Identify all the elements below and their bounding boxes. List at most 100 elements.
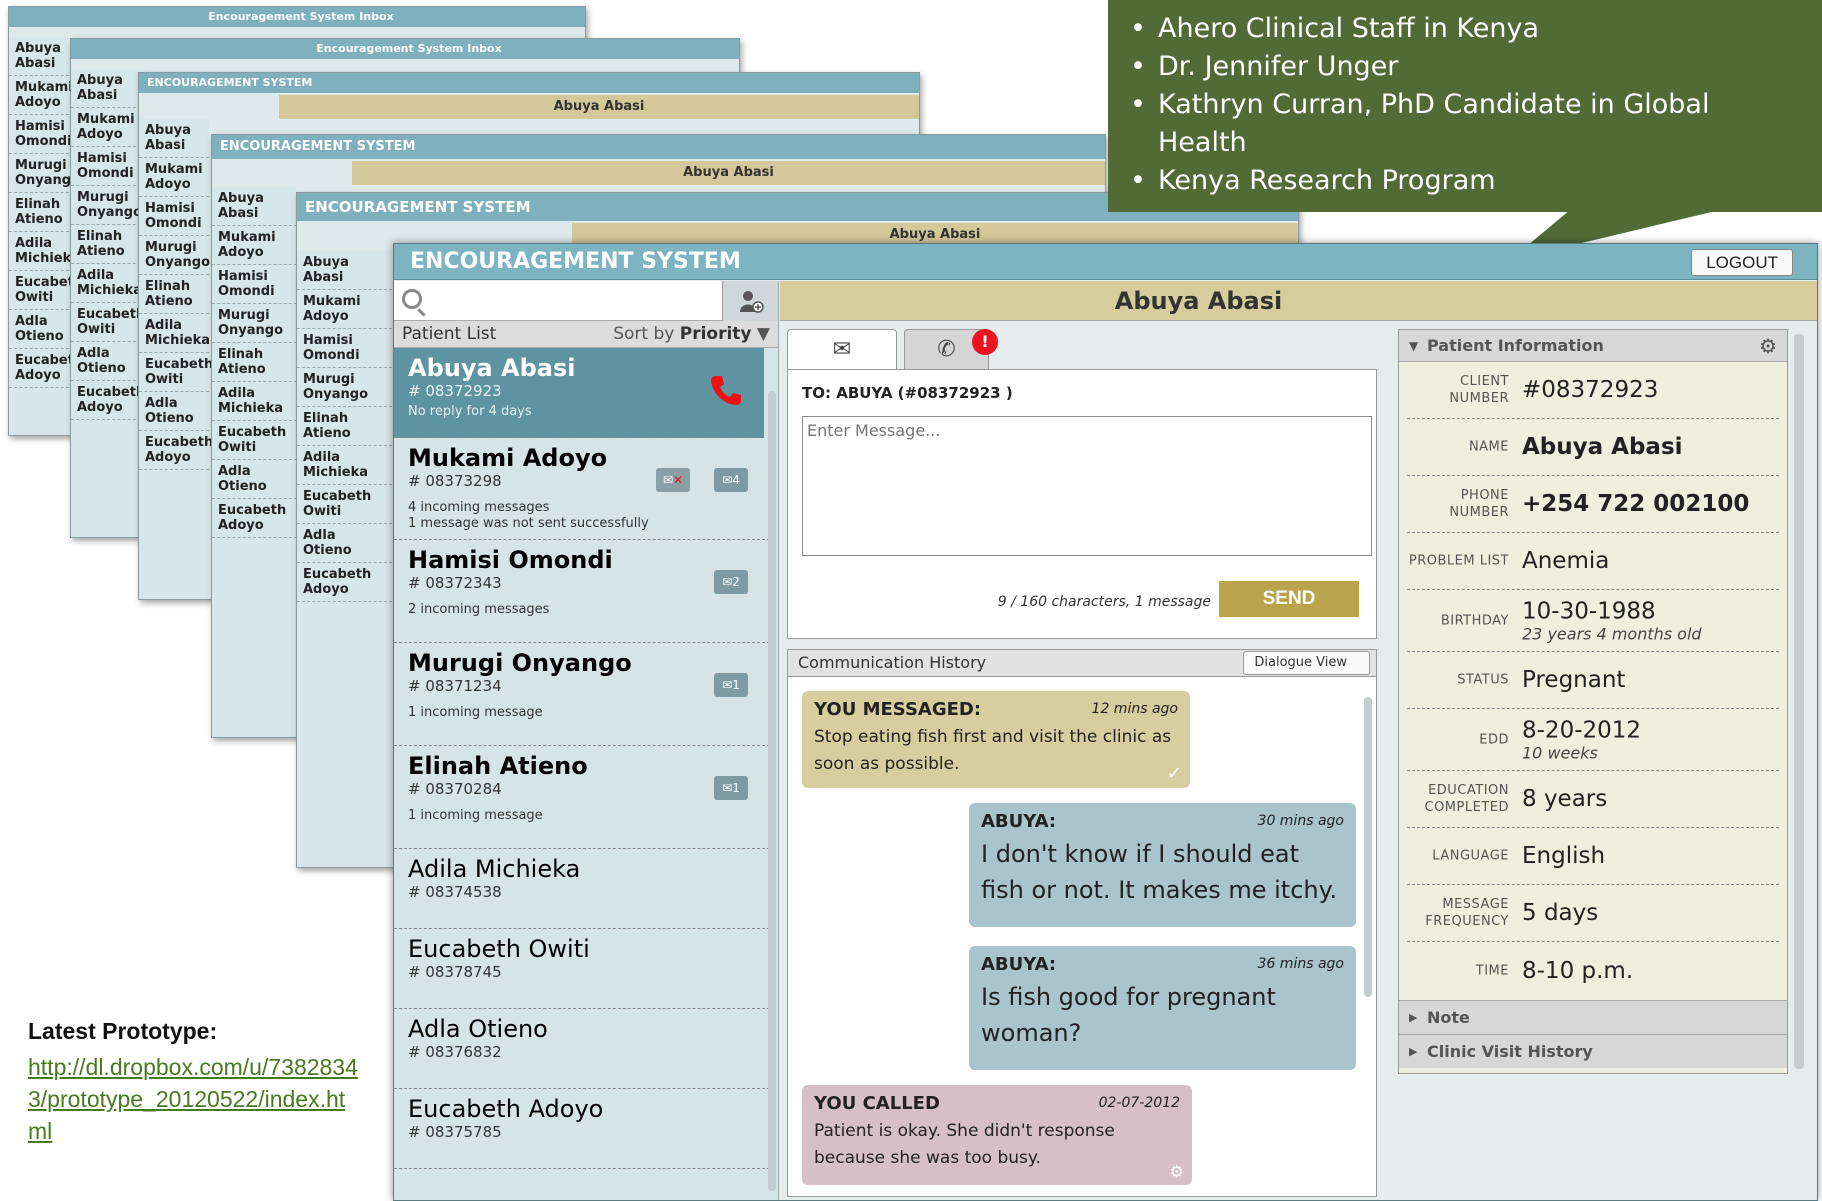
bg-row-name: Adla Otieno	[303, 528, 352, 558]
gear-icon[interactable]: ⚙	[1759, 330, 1777, 362]
bg-list-row: Adla Otieno	[9, 310, 69, 349]
search-input[interactable]	[394, 281, 778, 321]
callout-item: Kenya Research Program	[1128, 162, 1802, 200]
info-scrollbar[interactable]	[1794, 334, 1804, 1069]
view-select[interactable]: Dialogue View	[1243, 651, 1370, 675]
add-patient-icon	[739, 291, 764, 313]
patient-name: Eucabeth Owiti	[408, 935, 590, 963]
prototype-link[interactable]: http://dl.dropbox.com/u/73828343/prototy…	[28, 1051, 358, 1147]
note-section[interactable]: Note	[1399, 1000, 1787, 1035]
message-input[interactable]	[802, 416, 1372, 556]
bg-row-name: Hamisi Omondi	[218, 269, 275, 299]
bg-list-row: Eucabeth Owiti	[139, 353, 213, 392]
field-value: #08372923	[1522, 377, 1659, 403]
callout-item: Ahero Clinical Staff in Kenya	[1128, 10, 1802, 48]
message-count: 4	[732, 473, 740, 487]
message-time: 30 mins ago	[1257, 813, 1344, 829]
patient-id: # 08375785	[408, 1123, 502, 1141]
bg-list-row: Eucabeth Owiti	[71, 303, 145, 342]
field-label: STATUS	[1457, 672, 1509, 688]
phone-icon[interactable]	[708, 372, 744, 416]
field-subvalue: 10 weeks	[1522, 743, 1598, 762]
bg-row-name: Eucabeth Owiti	[15, 275, 84, 305]
bg-list-row: Abuya Abasi	[212, 187, 297, 226]
info-field: EDUCATION COMPLETED 8 years	[1407, 771, 1779, 828]
field-value: Abuya Abasi	[1522, 434, 1683, 460]
gear-icon[interactable]: ⚙	[1170, 1162, 1184, 1181]
call-note-bubble: YOU CALLED 02-07-2012 Patient is okay. S…	[802, 1085, 1192, 1185]
patient-row[interactable]: Hamisi Omondi # 08372343 2 incoming mess…	[394, 540, 770, 643]
bg-list-row: Hamisi Omondi	[212, 265, 297, 304]
bg-list-row: Hamisi Omondi	[9, 115, 72, 154]
bg-row-name: Hamisi Omondi	[303, 333, 360, 363]
bg-row-name: Abuya Abasi	[15, 41, 61, 71]
bg-list-row: Adila Michieka	[212, 382, 297, 421]
patient-row[interactable]: Eucabeth Owiti # 08378745	[394, 929, 770, 1009]
sort-dropdown[interactable]: Sort by Priority ▼	[613, 321, 770, 348]
patient-row-selected[interactable]: Abuya Abasi # 08372923 No reply for 4 da…	[394, 348, 764, 438]
message-text: Patient is okay. She didn't response bec…	[814, 1121, 1115, 1168]
tab-messages[interactable]: ✉	[787, 329, 897, 369]
app-window: ENCOURAGEMENT SYSTEM LOGOUT Patient List…	[393, 243, 1818, 1201]
bg-list-row: Adila Michieka	[9, 232, 81, 271]
bg-list-row: Murugi Onyango	[139, 236, 211, 275]
patient-row[interactable]: Mukami Adoyo # 08373298 4 incoming messa…	[394, 438, 770, 540]
bg-title: Encouragement System Inbox	[71, 39, 739, 59]
field-value-group: 10-30-1988 23 years 4 months old	[1522, 598, 1702, 643]
patient-status: 1 incoming message	[408, 808, 543, 823]
bg-list-row: Murugi Onyango	[9, 154, 80, 193]
bg-patient: Abuya Abasi	[352, 161, 1105, 185]
logout-button[interactable]: LOGOUT	[1691, 249, 1793, 276]
patient-info-header[interactable]: Patient Information ⚙	[1399, 330, 1787, 362]
message-bubble: YOU MESSAGED: 12 mins ago Stop eating fi…	[802, 691, 1190, 788]
field-value: 5 days	[1522, 900, 1599, 926]
bg-list-row: Eucabeth Adoyo	[212, 499, 297, 538]
message-bubble: ABUYA: 36 mins ago Is fish good for preg…	[969, 946, 1356, 1070]
field-label: PHONE NUMBER	[1449, 488, 1509, 520]
field-value: 8 years	[1522, 786, 1608, 812]
bg-row-name: Murugi Onyango	[303, 372, 369, 402]
incoming-message-icon: ✉4	[714, 468, 748, 492]
add-patient-button[interactable]	[722, 281, 778, 321]
patient-row[interactable]: Adla Otieno # 08376832	[394, 1009, 770, 1089]
patient-status: 1 incoming message	[408, 705, 543, 720]
bg-list-row: Mukami Adoyo	[9, 76, 73, 115]
collaborators-callout: Ahero Clinical Staff in Kenya Dr. Jennif…	[1108, 0, 1822, 212]
history-list: YOU MESSAGED: 12 mins ago Stop eating fi…	[787, 677, 1377, 1197]
send-button[interactable]: SEND	[1219, 581, 1359, 617]
bg-row-name: Abuya Abasi	[218, 191, 264, 221]
clinic-visit-history-section[interactable]: Clinic Visit History	[1399, 1034, 1787, 1069]
bg-row-name: Abuya Abasi	[77, 73, 123, 103]
patient-info-panel: Patient Information ⚙ CLIENT NUMBER #0837…	[1398, 329, 1788, 1074]
bg-row-name: Mukami Adoyo	[218, 230, 276, 260]
message-text: I don't know if I should eat fish or not…	[981, 840, 1338, 904]
patient-status: 2 incoming messages	[408, 602, 550, 617]
patient-row[interactable]: Murugi Onyango # 08371234 1 incoming mes…	[394, 643, 770, 746]
bg-row-name: Murugi Onyango	[145, 240, 211, 270]
bg-row-name: Eucabeth Adoyo	[77, 385, 146, 415]
callout-item: Dr. Jennifer Unger	[1128, 48, 1802, 86]
bg-list-row: Hamisi Omondi	[139, 197, 209, 236]
patient-row[interactable]: Adila Michieka # 08374538	[394, 849, 770, 929]
message-panel: ✉ ✆ ! TO: ABUYA (#08372923 ) 9 / 160 cha…	[787, 329, 1377, 1200]
info-field: PROBLEM LIST Anemia	[1407, 533, 1779, 590]
patient-list-scrollbar[interactable]	[768, 391, 776, 1191]
incoming-message-icon: ✉1	[714, 776, 748, 800]
search-icon	[402, 289, 422, 309]
bg-row-name: Abuya Abasi	[303, 255, 349, 285]
bg-row-name: Adila Michieka	[15, 236, 81, 266]
bg-title: ENCOURAGEMENT SYSTEM	[212, 135, 1105, 159]
bg-list-row: Mukami Adoyo	[297, 290, 392, 329]
envelope-icon: ✉	[832, 337, 852, 362]
patient-row[interactable]: Eucabeth Adoyo # 08375785	[394, 1089, 770, 1169]
bg-list-row: Mukami Adoyo	[212, 226, 297, 265]
message-time: 12 mins ago	[1091, 701, 1178, 717]
history-scrollbar[interactable]	[1364, 697, 1372, 997]
field-label: CLIENT NUMBER	[1449, 374, 1509, 406]
bg-list-row: Elinah Atieno	[139, 275, 209, 314]
patient-status: 4 incoming messages	[408, 500, 550, 515]
message-time: 36 mins ago	[1257, 956, 1344, 972]
bg-list-row: Eucabeth Adoyo	[71, 381, 146, 420]
patient-row[interactable]: Elinah Atieno # 08370284 1 incoming mess…	[394, 746, 770, 849]
bg-row-name: Adila Michieka	[218, 386, 284, 416]
